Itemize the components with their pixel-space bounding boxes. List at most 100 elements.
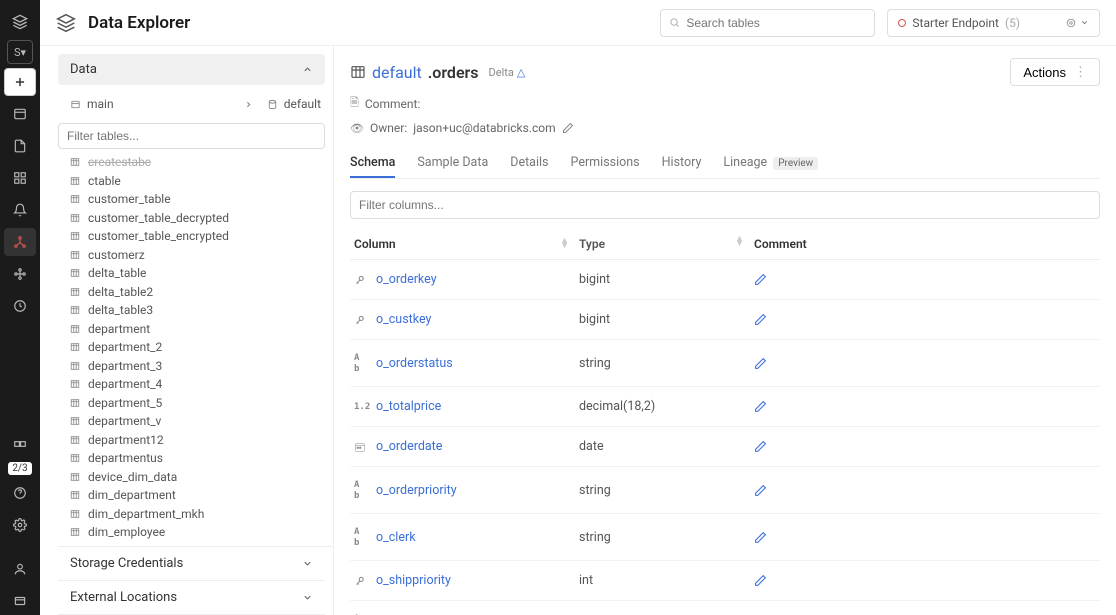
edit-comment-icon[interactable] [754,273,1096,286]
endpoint-label: Starter Endpoint [912,16,999,30]
column-name[interactable]: o_clerk [376,530,416,545]
table-item[interactable]: customer_table_decrypted [58,209,329,228]
table-item[interactable]: ext_delta_adult [58,542,329,547]
header-type[interactable]: Type [579,237,605,251]
column-name[interactable]: o_orderkey [376,272,437,287]
table-item-label: customer_table_decrypted [88,210,229,227]
table-item[interactable]: department_3 [58,357,329,376]
filter-columns-input[interactable] [350,191,1100,219]
table-item[interactable]: customer_table_encrypted [58,227,329,246]
settings-icon[interactable] [4,511,36,539]
edit-owner-icon[interactable] [562,122,574,134]
table-item[interactable]: department_2 [58,338,329,357]
storage-credentials-section[interactable]: Storage Credentials [58,547,325,581]
actions-button[interactable]: Actions ⋮ [1010,58,1100,86]
table-item[interactable]: department_v [58,412,329,431]
table-item[interactable]: department_5 [58,394,329,413]
edit-comment-icon[interactable] [754,313,1096,326]
table-list[interactable]: createstabcctablecustomer_tablecustomer_… [58,153,333,546]
endpoint-selector[interactable]: Starter Endpoint (5) [887,9,1100,37]
header-comment[interactable]: Comment [754,237,807,251]
table-icon [70,379,82,389]
tab-schema[interactable]: Schema [350,149,395,178]
table-item[interactable]: customerz [58,246,329,265]
data-icon[interactable] [4,228,36,256]
search-box[interactable] [660,9,875,37]
history-icon[interactable] [4,292,36,320]
page-title: Data Explorer [88,13,190,33]
table-item[interactable]: dim_department_mkh [58,505,329,524]
menu-icon[interactable] [4,587,36,615]
table-item[interactable]: department_4 [58,375,329,394]
table-item[interactable]: dim_employee [58,523,329,542]
search-input[interactable] [686,16,866,30]
table-item[interactable]: ctable [58,172,329,191]
table-item[interactable]: device_dim_data [58,468,329,487]
edit-comment-icon[interactable] [754,484,1096,497]
table-item-label: department_3 [88,358,162,375]
edit-comment-icon[interactable] [754,400,1096,413]
user-icon[interactable] [4,555,36,583]
table-item-label: delta_table3 [88,302,153,319]
table-item-label: delta_table2 [88,284,153,301]
help-icon[interactable] [4,479,36,507]
breadcrumb[interactable]: main default [58,91,333,117]
column-name[interactable]: o_custkey [376,312,431,327]
table-icon [70,342,82,352]
dashboards-icon[interactable] [4,164,36,192]
edit-comment-icon[interactable] [754,440,1096,453]
column-name[interactable]: o_orderdate [376,439,442,454]
header-column[interactable]: Column [354,237,396,251]
table-item[interactable]: departmentus [58,449,329,468]
logo-icon[interactable] [4,8,36,36]
columns-header: Column ▲▼ Type ▲▼ Comment [350,229,1100,260]
tab-sample-data[interactable]: Sample Data [417,149,488,178]
tab-history[interactable]: History [662,149,702,178]
tab-permissions[interactable]: Permissions [571,149,640,178]
table-item[interactable]: createstabc [58,153,329,172]
table-item[interactable]: department [58,320,329,339]
queries-icon[interactable] [4,132,36,160]
topbar: Data Explorer Starter Endpoint (5) [40,0,1116,46]
table-item-label: ext_delta_adult [88,543,168,547]
sort-icon[interactable]: ▲▼ [735,237,744,251]
data-section-header[interactable]: Data [58,54,325,85]
compute-icon[interactable] [4,260,36,288]
editor-icon[interactable] [4,100,36,128]
table-icon [70,157,82,167]
edit-comment-icon[interactable] [754,531,1096,544]
column-type: string [579,483,754,498]
column-name[interactable]: o_orderpriority [376,483,457,498]
create-icon[interactable] [4,68,36,96]
column-name[interactable]: o_shippriority [376,573,451,588]
breadcrumb-schema: default [284,97,321,111]
tab-details[interactable]: Details [510,149,548,178]
table-item[interactable]: delta_table2 [58,283,329,302]
filter-tables-input[interactable] [58,123,325,149]
detail-panel: default.orders Delta △ Actions ⋮ 🗎 Com [334,46,1116,615]
column-name[interactable]: o_orderstatus [376,356,453,371]
sort-icon[interactable]: ▲▼ [560,239,569,249]
delta-icon: △ [517,66,525,79]
column-row: 1.2o_totalpricedecimal(18,2) [350,387,1100,427]
edit-comment-icon[interactable] [754,357,1096,370]
comment-icon: 🗎 [350,94,359,113]
alerts-icon[interactable] [4,196,36,224]
sidebar: Data main default createstabcctablecusto… [40,46,334,615]
table-item[interactable]: delta_table3 [58,301,329,320]
table-item[interactable]: dim_department [58,486,329,505]
edit-comment-icon[interactable] [754,574,1096,587]
external-locations-label: External Locations [70,590,177,605]
table-item[interactable]: delta_table [58,264,329,283]
table-item[interactable]: department12 [58,431,329,450]
column-name[interactable]: o_totalprice [376,399,441,414]
sql-icon[interactable]: S▾ [7,40,33,64]
column-row: A bo_commentstring [350,601,1100,615]
table-icon [70,305,82,315]
chevron-right-icon [244,100,253,109]
table-item[interactable]: customer_table [58,190,329,209]
partners-icon[interactable] [4,430,36,458]
external-locations-section[interactable]: External Locations [58,581,325,615]
tab-lineage[interactable]: Lineage Preview [723,149,818,178]
table-icon [70,287,82,297]
